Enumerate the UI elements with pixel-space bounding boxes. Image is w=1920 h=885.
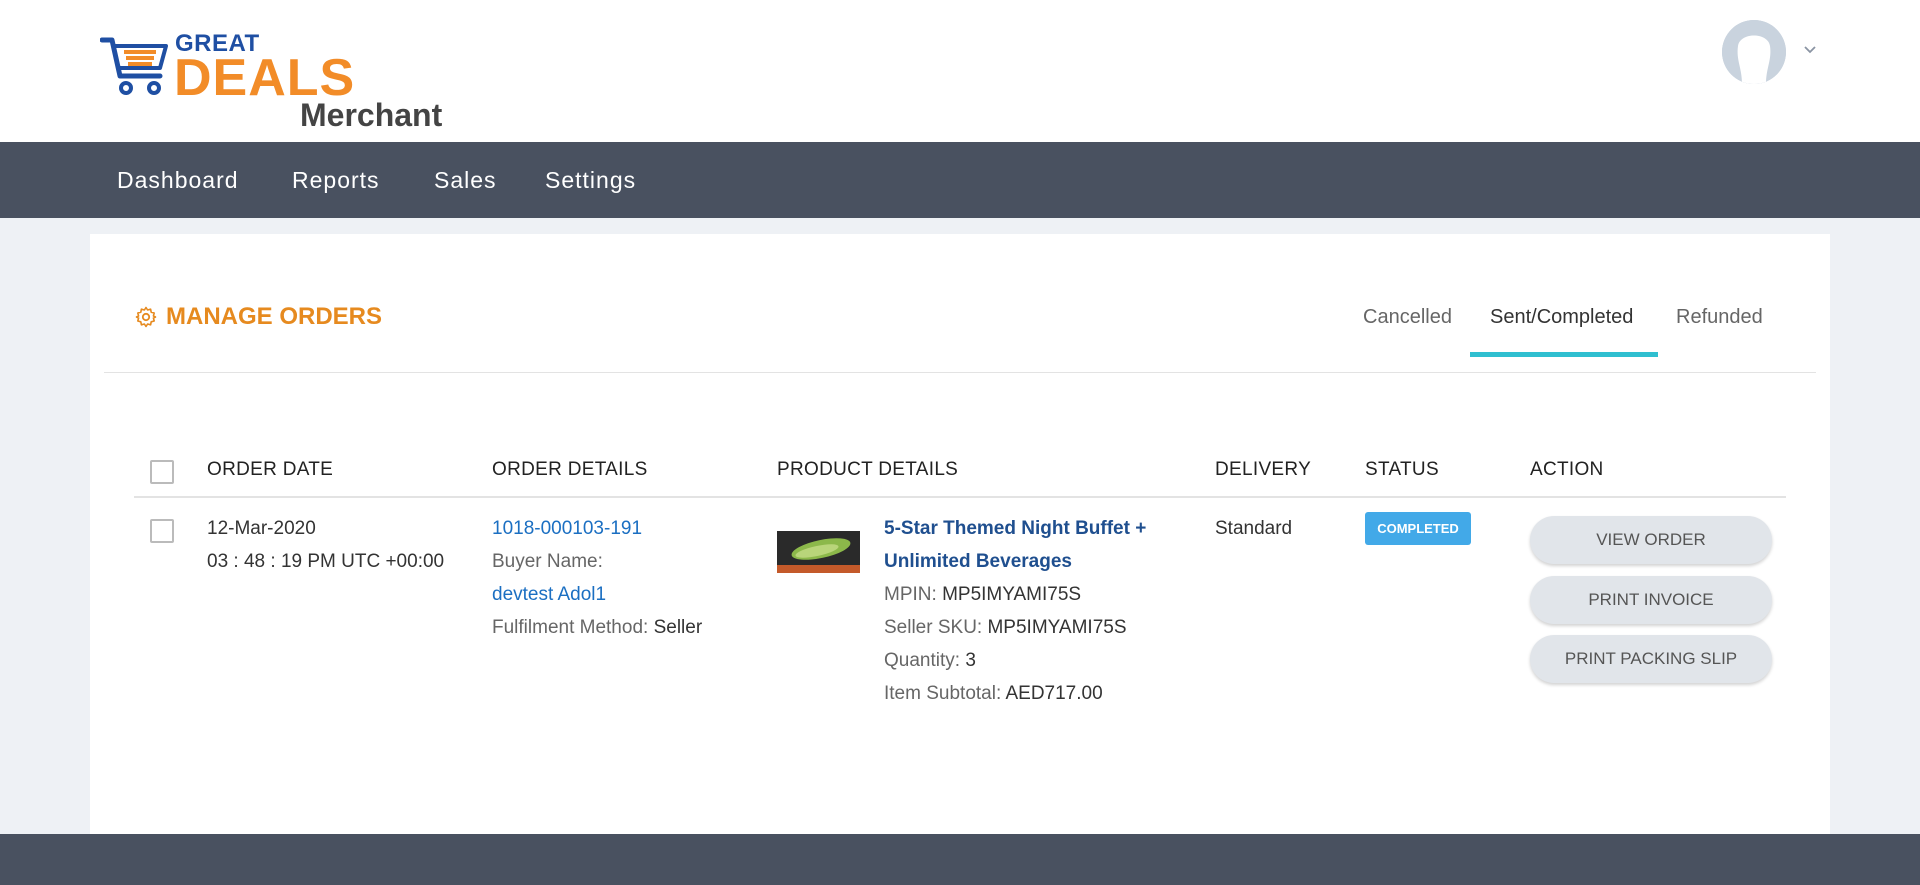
header-order-date: ORDER DATE	[207, 459, 334, 480]
tab-sent-completed[interactable]: Sent/Completed	[1490, 306, 1633, 329]
tab-refunded[interactable]: Refunded	[1676, 306, 1763, 329]
fulfilment-label: Fulfilment Method:	[492, 617, 649, 638]
tab-cancelled[interactable]: Cancelled	[1363, 306, 1452, 329]
subtotal-label: Item Subtotal:	[884, 683, 1002, 704]
fulfilment-value: Seller	[653, 617, 703, 638]
nav-reports[interactable]: Reports	[292, 142, 380, 218]
page-title-text: MANAGE ORDERS	[166, 303, 383, 330]
order-date: 12-Mar-2020	[207, 518, 316, 539]
print-invoice-button[interactable]: PRINT INVOICE	[1530, 576, 1772, 624]
order-details-cell: 1018-000103-191 Buyer Name: devtest Adol…	[492, 512, 702, 644]
nav-dashboard[interactable]: Dashboard	[117, 142, 239, 218]
nav-settings[interactable]: Settings	[545, 142, 636, 218]
product-image	[777, 531, 860, 573]
select-all-checkbox[interactable]	[150, 460, 174, 484]
product-name-line1[interactable]: 5-Star Themed Night Buffet +	[884, 512, 1146, 545]
great-deals-merchant-logo[interactable]: GREAT DEALS Merchant	[100, 30, 460, 135]
row-checkbox[interactable]	[150, 519, 174, 543]
header: GREAT DEALS Merchant	[0, 0, 1920, 142]
table-header-divider	[134, 496, 1786, 498]
delivery-value: Standard	[1215, 518, 1293, 539]
status-badge: COMPLETED	[1365, 512, 1471, 545]
mpin-label: MPIN:	[884, 584, 937, 605]
mpin-value: MP5IMYAMI75S	[942, 584, 1082, 605]
product-details-cell: 5-Star Themed Night Buffet + Unlimited B…	[884, 512, 1146, 710]
view-order-button[interactable]: VIEW ORDER	[1530, 516, 1772, 564]
sku-value: MP5IMYAMI75S	[987, 617, 1127, 638]
product-name-line2[interactable]: Unlimited Beverages	[884, 545, 1146, 578]
divider	[104, 372, 1816, 373]
orders-panel: MANAGE ORDERS Cancelled Sent/Completed R…	[90, 234, 1830, 834]
user-silhouette-icon	[1722, 20, 1786, 84]
order-date-cell: 12-Mar-2020 03 : 48 : 19 PM UTC +00:00	[207, 512, 444, 578]
quantity-label: Quantity:	[884, 650, 961, 671]
main-nav: Dashboard Reports Sales Settings	[0, 142, 1920, 218]
buyer-name-link[interactable]: devtest Adol1	[492, 578, 702, 611]
active-tab-indicator	[1470, 352, 1658, 357]
buyer-name-label: Buyer Name:	[492, 551, 603, 572]
page-title: MANAGE ORDERS	[134, 300, 382, 334]
user-avatar[interactable]	[1722, 20, 1786, 84]
chevron-down-icon[interactable]	[1803, 44, 1817, 54]
header-action: ACTION	[1530, 459, 1604, 480]
quantity-value: 3	[965, 650, 976, 671]
product-thumbnail[interactable]	[777, 531, 860, 573]
order-id-link[interactable]: 1018-000103-191	[492, 512, 702, 545]
header-order-details: ORDER DETAILS	[492, 459, 648, 480]
order-time: 03 : 48 : 19 PM UTC +00:00	[207, 551, 445, 572]
print-packing-slip-button[interactable]: PRINT PACKING SLIP	[1530, 635, 1772, 683]
nav-sales[interactable]: Sales	[434, 142, 497, 218]
cart-icon	[100, 37, 168, 95]
gear-icon	[135, 306, 157, 328]
sku-label: Seller SKU:	[884, 617, 983, 638]
footer	[0, 834, 1920, 885]
header-delivery: DELIVERY	[1215, 459, 1312, 480]
header-status: STATUS	[1365, 459, 1439, 480]
header-product-details: PRODUCT DETAILS	[777, 459, 959, 480]
subtotal-value: AED717.00	[1005, 683, 1103, 704]
logo-merchant-text: Merchant	[300, 97, 443, 133]
